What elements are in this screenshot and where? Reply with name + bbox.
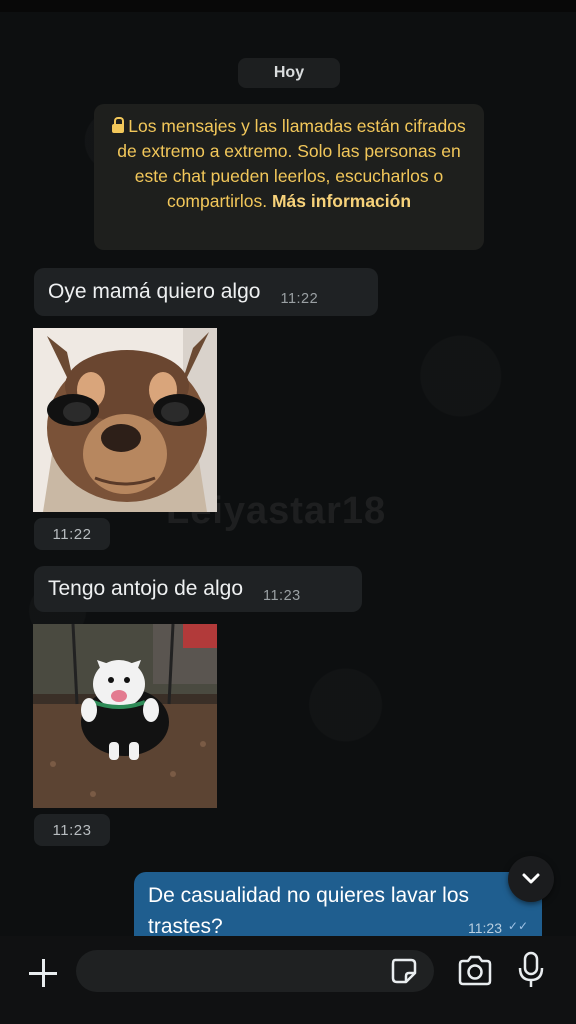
camera-icon[interactable] (456, 954, 494, 988)
mic-icon[interactable] (516, 950, 546, 990)
message-time: 11:22 (280, 291, 319, 307)
message-text: Oye mamá quiero algo (48, 280, 261, 303)
more-info-link[interactable]: Más información (272, 191, 411, 211)
bulldog-sticker-image (33, 624, 217, 808)
chevron-down-icon (522, 873, 540, 884)
status-bar (0, 0, 576, 12)
encryption-notice[interactable]: Los mensajes y las llamadas están cifrad… (94, 104, 484, 250)
plus-icon[interactable] (26, 956, 60, 990)
sticker-chihuahua[interactable] (33, 328, 217, 512)
lock-icon (112, 117, 125, 133)
sticker-time: 11:23 (34, 814, 110, 846)
date-chip: Hoy (238, 58, 340, 88)
message-time: 11:23 (263, 588, 301, 604)
sticker-time: 11:22 (34, 518, 110, 550)
message-bubble-incoming[interactable]: Tengo antojo de algo 11:23 (34, 566, 362, 612)
message-text: De casualidad no quieres lavar los trast… (148, 884, 470, 938)
message-bubble-incoming[interactable]: Oye mamá quiero algo 11:22 (34, 268, 378, 316)
chihuahua-sticker-image (33, 328, 217, 512)
scroll-to-bottom-button[interactable] (508, 856, 554, 902)
sticker-bulldog[interactable] (33, 624, 217, 808)
sticker-icon[interactable] (390, 957, 418, 985)
message-input[interactable] (76, 950, 434, 992)
message-text: Tengo antojo de algo (48, 577, 243, 600)
